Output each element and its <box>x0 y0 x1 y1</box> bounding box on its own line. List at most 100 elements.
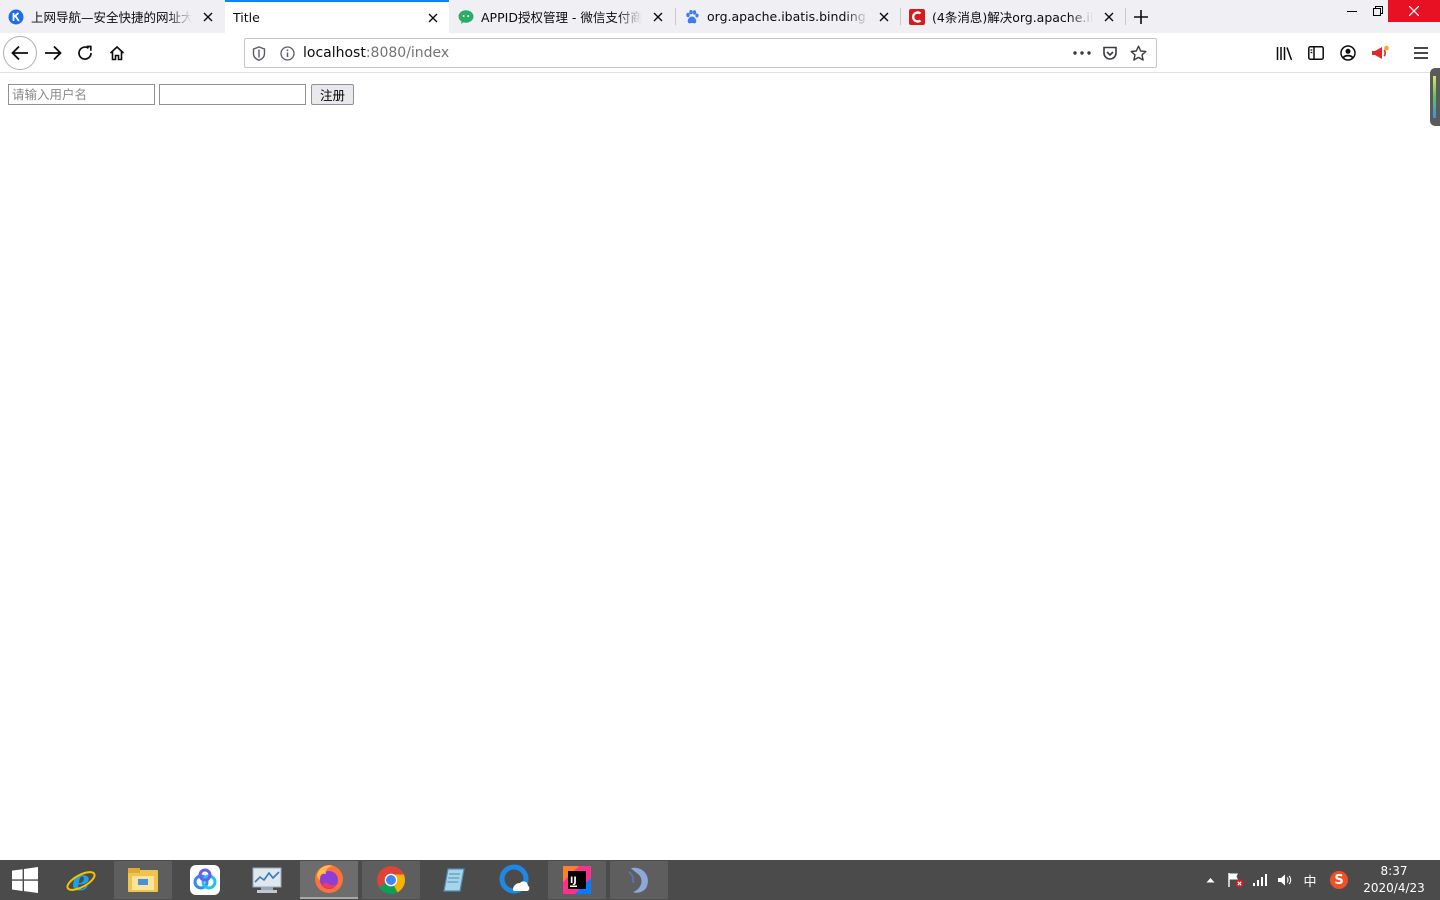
register-form: 注册 <box>8 84 355 105</box>
taskbar: e IJ 中 S 8:37 2020/4/23 <box>0 860 1440 900</box>
navigation-toolbar: localhost:8080/index <box>0 33 1440 73</box>
account-button[interactable] <box>1332 37 1364 69</box>
register-button[interactable]: 注册 <box>311 84 355 105</box>
baidu-netdisk-icon <box>190 865 220 895</box>
account-icon <box>1340 45 1356 61</box>
plus-icon <box>1134 10 1148 24</box>
tab-title: APPID授权管理 - 微信支付商户平台 <box>481 10 642 25</box>
tab-wechat-pay[interactable]: APPID授权管理 - 微信支付商户平台 <box>450 0 674 33</box>
flag-error-icon <box>1227 873 1243 888</box>
side-gadget-handle[interactable] <box>1430 68 1440 126</box>
sogou-icon: S <box>1330 871 1348 889</box>
tab-title-active[interactable]: Title <box>225 0 449 33</box>
tray-sogou-input[interactable]: S <box>1328 860 1350 900</box>
tray-action-center[interactable] <box>1224 860 1246 900</box>
tab-csdn[interactable]: (4条消息)解决org.apache.ibatis <box>901 0 1125 33</box>
taskbar-intellij-idea[interactable]: IJ <box>548 861 606 899</box>
file-explorer-icon <box>128 868 158 892</box>
taskbar-internet-explorer[interactable]: e <box>52 861 110 899</box>
sidebar-button[interactable] <box>1300 37 1332 69</box>
url-bar[interactable]: localhost:8080/index <box>244 38 1157 68</box>
close-icon[interactable] <box>648 7 668 27</box>
taskbar-clock[interactable]: 8:37 2020/4/23 <box>1360 863 1428 897</box>
taskbar-file-explorer[interactable] <box>114 861 172 899</box>
pocket-icon <box>1103 46 1117 60</box>
close-icon[interactable] <box>198 7 218 27</box>
page-content: 注册 <box>0 74 1440 860</box>
bookmark-star-button[interactable] <box>1124 39 1152 67</box>
tray-volume[interactable] <box>1274 860 1294 900</box>
url-path: :8080/index <box>365 45 450 61</box>
taskbar-navicat[interactable] <box>610 861 668 899</box>
password-input[interactable] <box>159 84 306 105</box>
tab-navigation[interactable]: 上网导航—安全快捷的网址大全 <box>0 0 224 33</box>
taskbar-chrome[interactable] <box>362 861 420 899</box>
home-button[interactable] <box>101 37 133 69</box>
windows-start-icon <box>12 867 38 893</box>
internet-explorer-icon: e <box>66 864 96 896</box>
taskbar-baidu-netdisk[interactable] <box>176 861 234 899</box>
taskbar-resource-monitor[interactable] <box>238 861 296 899</box>
navicat-icon <box>628 867 648 893</box>
pocket-button[interactable] <box>1096 39 1124 67</box>
intellij-idea-icon: IJ <box>563 866 591 894</box>
baidu-paw-icon <box>684 9 700 25</box>
reload-icon <box>78 45 92 60</box>
svg-text:e: e <box>72 864 90 896</box>
svg-text:IJ: IJ <box>570 876 577 886</box>
tab-title: org.apache.ibatis.binding.BindingExcepti… <box>707 9 868 24</box>
star-icon <box>1130 45 1146 61</box>
restore-icon <box>1373 6 1383 16</box>
firefox-icon <box>315 865 343 893</box>
close-icon <box>1409 6 1419 16</box>
close-icon[interactable] <box>423 8 443 28</box>
library-button[interactable] <box>1268 37 1300 69</box>
chrome-icon <box>377 866 406 894</box>
tray-ime-indicator[interactable]: 中 <box>1300 860 1320 900</box>
wechat-icon <box>458 9 474 25</box>
megaphone-icon <box>1372 45 1389 59</box>
tab-separator <box>1125 8 1126 25</box>
clock-date: 2020/4/23 <box>1363 881 1425 895</box>
notepad-icon <box>443 868 465 892</box>
home-icon <box>109 45 125 61</box>
start-button[interactable] <box>0 861 50 899</box>
arrow-right-icon <box>45 45 62 61</box>
tab-strip: 上网导航—安全快捷的网址大全 Title APPID授权管理 - 微信支付商户平… <box>0 0 1440 33</box>
tab-binding-exception[interactable]: org.apache.ibatis.binding.BindingExcepti… <box>676 0 900 33</box>
whats-new-button[interactable] <box>1364 37 1396 69</box>
url-text: localhost:8080/index <box>303 45 449 61</box>
speaker-icon <box>1277 874 1291 886</box>
hamburger-menu-icon <box>1414 47 1428 59</box>
url-host: localhost <box>303 45 366 61</box>
tab-title: (4条消息)解决org.apache.ibatis <box>932 10 1093 25</box>
screen: 上网导航—安全快捷的网址大全 Title APPID授权管理 - 微信支付商户平… <box>0 0 1440 900</box>
chevron-up-icon <box>1206 878 1214 883</box>
taskbar-cloud-app[interactable] <box>486 861 544 899</box>
more-horizontal-icon <box>1073 51 1091 55</box>
reload-button[interactable] <box>69 37 101 69</box>
tray-network[interactable] <box>1250 860 1270 900</box>
close-icon[interactable] <box>874 7 894 27</box>
page-actions-button[interactable] <box>1068 39 1096 67</box>
taskbar-notepad[interactable] <box>424 861 482 899</box>
arrow-left-icon <box>11 45 28 61</box>
show-hidden-icons-button[interactable] <box>1202 860 1218 900</box>
window-close-button[interactable] <box>1388 0 1440 22</box>
forward-button[interactable] <box>37 37 69 69</box>
network-signal-icon <box>1253 874 1267 886</box>
tracking-shield-icon[interactable] <box>245 39 273 67</box>
back-button[interactable] <box>3 36 37 70</box>
k-navigation-icon <box>8 9 24 25</box>
clock-time: 8:37 <box>1380 864 1408 878</box>
cloud-app-icon <box>499 864 530 894</box>
site-info-icon[interactable] <box>273 39 301 67</box>
new-tab-button[interactable] <box>1128 4 1154 30</box>
library-icon <box>1276 46 1292 60</box>
close-icon[interactable] <box>1099 7 1119 27</box>
taskbar-firefox[interactable] <box>300 861 358 899</box>
menu-button[interactable] <box>1405 37 1437 69</box>
tab-title: 上网导航—安全快捷的网址大全 <box>31 10 192 25</box>
url-actions <box>1068 39 1152 67</box>
username-input[interactable] <box>8 84 155 105</box>
